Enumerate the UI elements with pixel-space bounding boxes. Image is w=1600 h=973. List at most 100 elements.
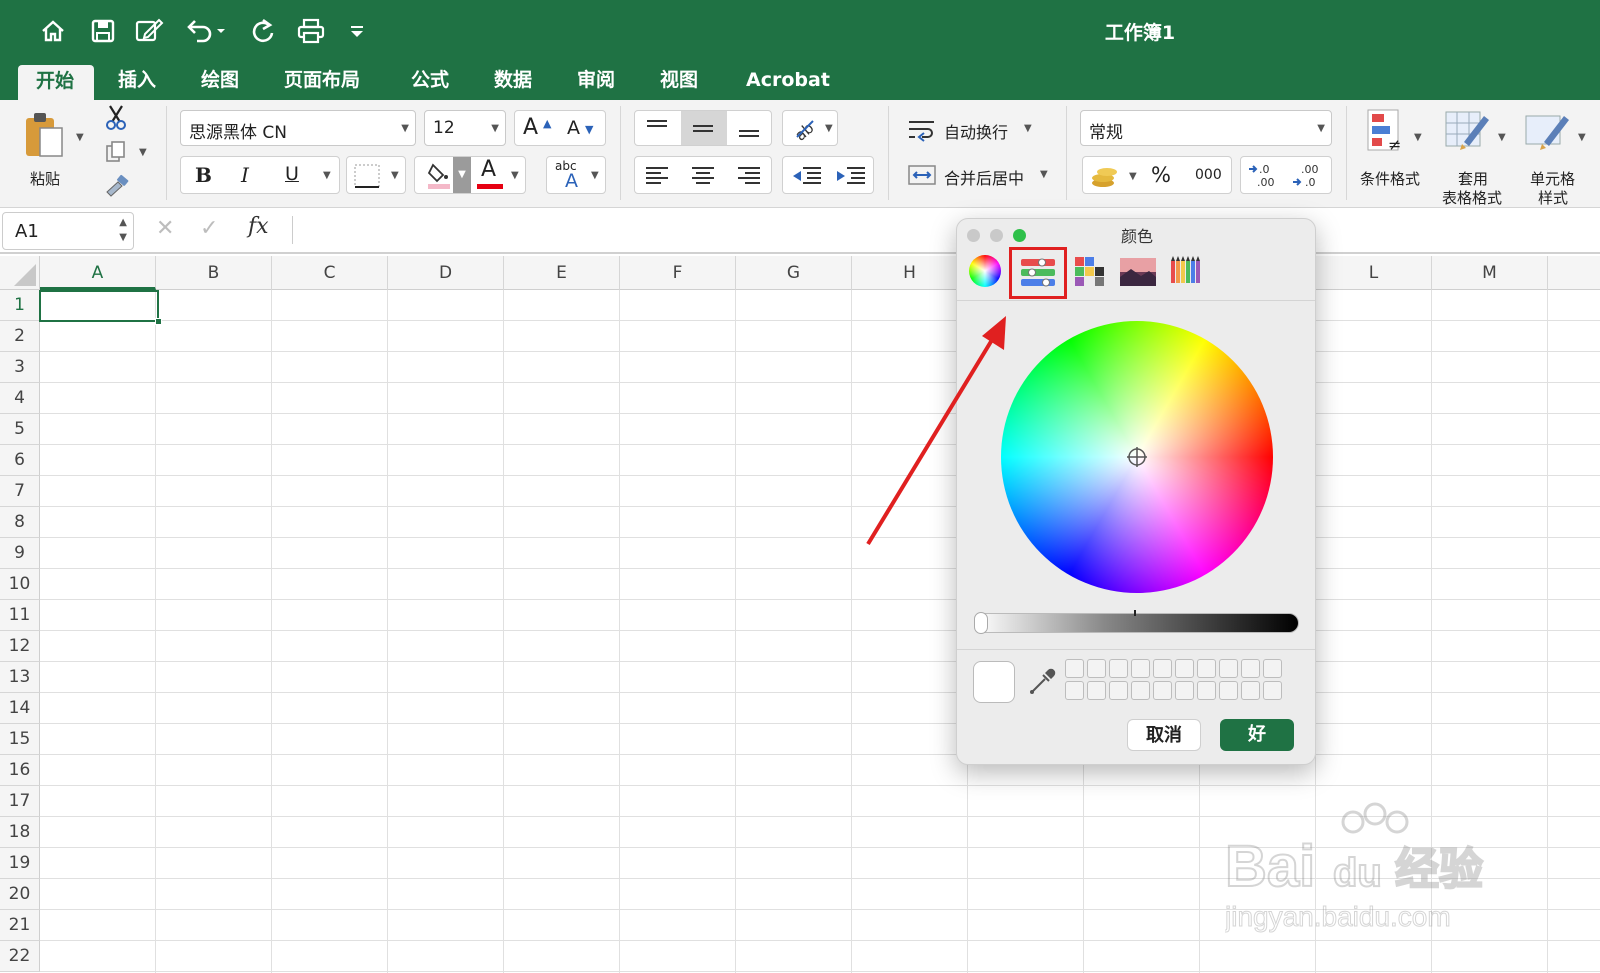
insert-function-button[interactable]: fx [248, 214, 269, 239]
print-icon[interactable] [294, 14, 328, 48]
column-header-a[interactable]: A [40, 256, 156, 290]
row-header-11[interactable]: 11 [0, 600, 40, 631]
percent-button[interactable]: % [1151, 163, 1171, 187]
font-size-box[interactable]: 12 ▼ [424, 110, 506, 146]
font-color-dropdown-icon[interactable]: ▼ [511, 170, 519, 181]
tab-data[interactable]: 数据 [476, 62, 550, 100]
format-painter-icon[interactable] [104, 174, 130, 198]
column-header-c[interactable]: C [272, 256, 388, 290]
confirm-entry-icon[interactable]: ✓ [200, 216, 218, 241]
row-header-17[interactable]: 17 [0, 786, 40, 817]
accounting-dropdown-icon[interactable]: ▼ [1129, 171, 1137, 182]
decrease-indent-icon[interactable] [789, 164, 823, 188]
row-header-22[interactable]: 22 [0, 941, 40, 972]
formula-input[interactable] [300, 216, 1590, 246]
saved-swatch[interactable] [1241, 659, 1260, 678]
saved-swatch[interactable] [1109, 681, 1128, 700]
fill-color-icon[interactable] [425, 161, 453, 191]
decrease-decimal-icon[interactable]: .00.0 [1291, 161, 1325, 191]
saved-swatch[interactable] [1197, 681, 1216, 700]
select-all-corner[interactable] [0, 256, 40, 290]
row-header-8[interactable]: 8 [0, 507, 40, 538]
row-header-16[interactable]: 16 [0, 755, 40, 786]
tab-draw[interactable]: 绘图 [183, 62, 257, 100]
cancel-entry-icon[interactable]: ✕ [156, 216, 174, 241]
align-bottom-icon[interactable] [735, 117, 763, 139]
shrink-font-button[interactable]: A [567, 117, 580, 139]
undo-icon[interactable] [182, 14, 228, 48]
column-header-g[interactable]: G [736, 256, 852, 290]
current-color-swatch[interactable] [973, 661, 1015, 703]
row-header-5[interactable]: 5 [0, 414, 40, 445]
column-header-d[interactable]: D [388, 256, 504, 290]
row-header-7[interactable]: 7 [0, 476, 40, 507]
saved-swatch[interactable] [1087, 659, 1106, 678]
saved-swatch[interactable] [1197, 659, 1216, 678]
number-format-box[interactable]: 常规 ▼ [1080, 110, 1332, 146]
grow-font-button[interactable]: A [523, 115, 538, 140]
fill-color-dropdown-icon[interactable]: ▼ [453, 157, 471, 193]
pencils-mode-icon[interactable] [1169, 253, 1203, 287]
customize-toolbar-icon[interactable] [340, 14, 374, 48]
name-box[interactable]: A1 ▲ ▼ [2, 212, 134, 250]
saved-swatch[interactable] [1219, 681, 1238, 700]
borders-dropdown-icon[interactable]: ▼ [391, 170, 399, 181]
phonetic-guide-button[interactable]: abc A ▼ [546, 156, 606, 194]
tab-home[interactable]: 开始 [18, 65, 94, 100]
save-icon[interactable] [86, 14, 120, 48]
borders-button[interactable]: ▼ [346, 156, 406, 194]
saved-swatch[interactable] [1087, 681, 1106, 700]
color-wheel[interactable] [1001, 321, 1273, 593]
increase-indent-icon[interactable] [833, 164, 867, 188]
column-header-b[interactable]: B [156, 256, 272, 290]
font-color-button[interactable]: A [481, 157, 496, 182]
saved-swatch[interactable] [1175, 681, 1194, 700]
ok-button[interactable]: 好 [1220, 719, 1294, 751]
row-header-12[interactable]: 12 [0, 631, 40, 662]
row-header-3[interactable]: 3 [0, 352, 40, 383]
brightness-slider-thumb[interactable] [974, 612, 988, 634]
edit-file-icon[interactable] [132, 14, 166, 48]
column-header-f[interactable]: F [620, 256, 736, 290]
tab-acrobat[interactable]: Acrobat [728, 62, 848, 100]
color-palettes-mode-icon[interactable] [1073, 255, 1107, 289]
row-header-18[interactable]: 18 [0, 817, 40, 848]
row-header-14[interactable]: 14 [0, 693, 40, 724]
active-cell-a1[interactable] [39, 290, 162, 325]
accounting-format-icon[interactable] [1089, 163, 1121, 189]
comma-style-button[interactable]: 000 [1195, 167, 1222, 183]
align-right-icon[interactable] [735, 164, 763, 186]
saved-swatch[interactable] [1131, 659, 1150, 678]
align-center-icon[interactable] [689, 164, 717, 186]
underline-dropdown-icon[interactable]: ▼ [323, 170, 331, 181]
copy-icon[interactable] [104, 140, 128, 164]
saved-swatch[interactable] [1109, 659, 1128, 678]
paste-button[interactable]: ▼ 粘贴 [16, 106, 86, 188]
saved-swatch[interactable] [1263, 659, 1282, 678]
saved-swatch[interactable] [1131, 681, 1150, 700]
font-name-box[interactable]: 思源黑体 CN ▼ [180, 110, 416, 146]
saved-swatch[interactable] [1153, 659, 1172, 678]
tab-page-layout[interactable]: 页面布局 [266, 62, 378, 100]
orientation-button[interactable]: ab ▼ [782, 110, 838, 146]
column-header-e[interactable]: E [504, 256, 620, 290]
tab-review[interactable]: 审阅 [559, 62, 633, 100]
image-palettes-mode-icon[interactable] [1119, 257, 1157, 287]
conditional-format-button[interactable]: ≠ ▼ 条件格式 [1356, 104, 1432, 204]
row-header-13[interactable]: 13 [0, 662, 40, 693]
saved-swatch[interactable] [1241, 681, 1260, 700]
bold-button[interactable]: B [195, 163, 212, 187]
row-header-1[interactable]: 1 [0, 290, 40, 321]
italic-button[interactable]: I [241, 163, 249, 187]
merge-center-button[interactable]: 合并后居中 ▼ [906, 160, 1056, 192]
row-header-10[interactable]: 10 [0, 569, 40, 600]
row-header-21[interactable]: 21 [0, 910, 40, 941]
cell-styles-button[interactable]: ▼ 单元格 样式 [1516, 104, 1596, 207]
underline-button[interactable]: U [285, 163, 299, 185]
name-box-stepper-icon[interactable]: ▲ ▼ [119, 215, 127, 245]
column-header-m[interactable]: M [1432, 256, 1548, 290]
wrap-text-button[interactable]: 自动换行 ▼ [906, 114, 1056, 146]
saved-swatch[interactable] [1153, 681, 1172, 700]
column-header-l[interactable]: L [1316, 256, 1432, 290]
row-header-20[interactable]: 20 [0, 879, 40, 910]
